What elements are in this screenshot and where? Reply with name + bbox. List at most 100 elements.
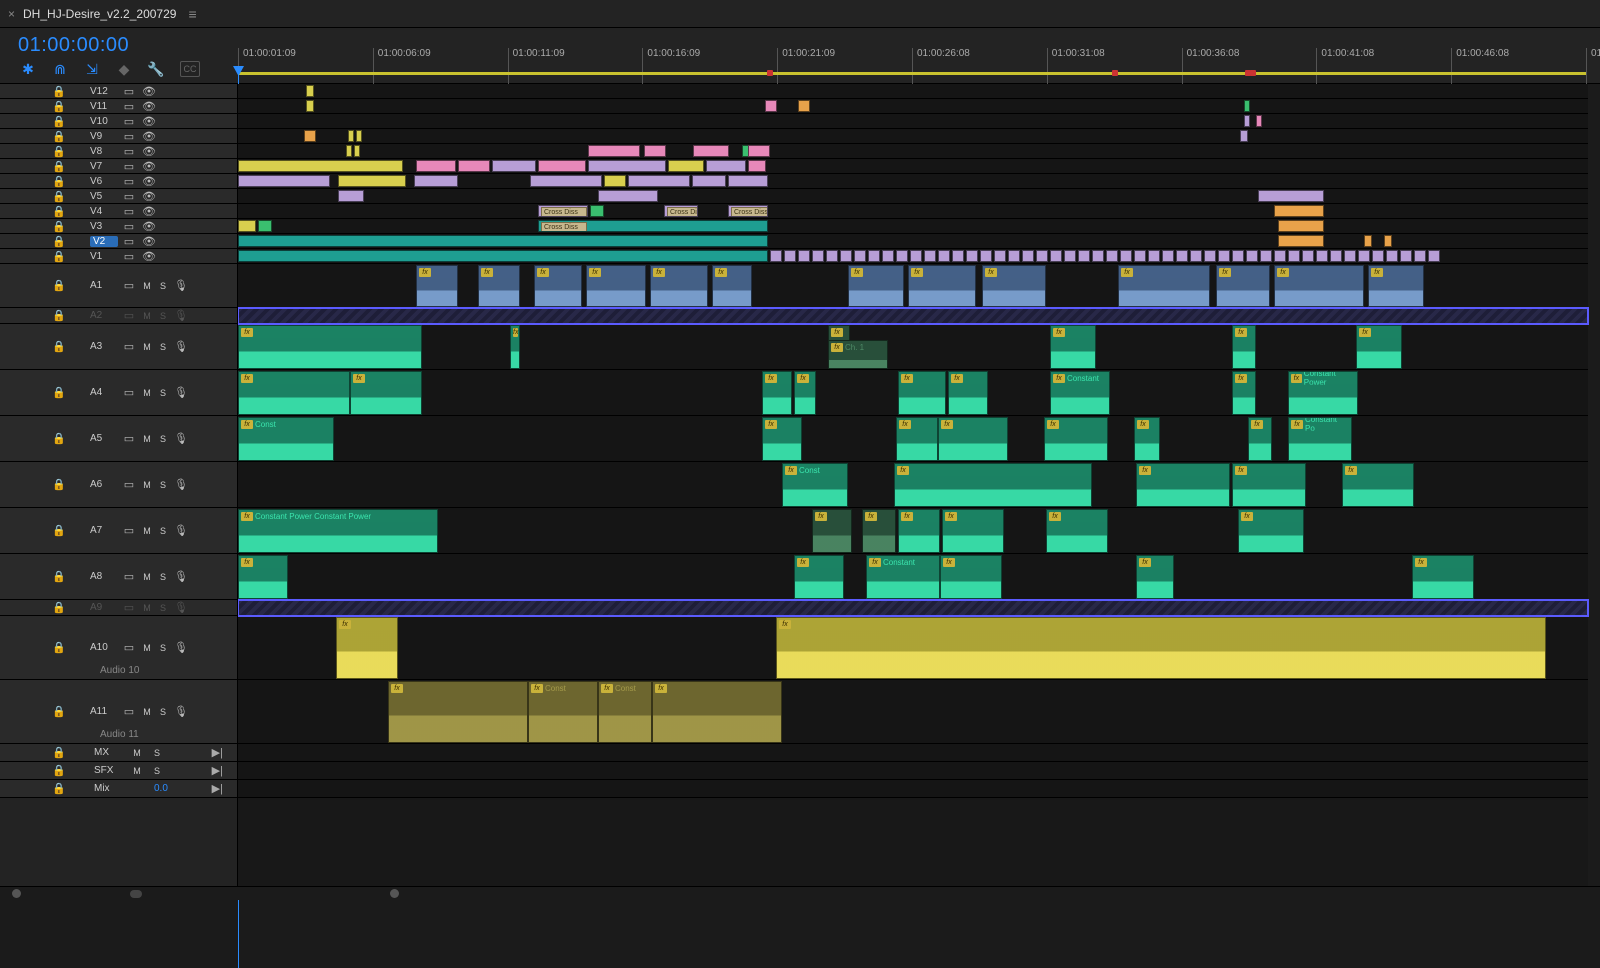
audio-clip[interactable]: fx: [1232, 463, 1306, 507]
source-patch-icon[interactable]: ▭: [120, 641, 138, 655]
track-name[interactable]: A8: [90, 571, 118, 582]
mute-button[interactable]: M: [130, 764, 144, 778]
audio-clip[interactable]: fx: [1050, 325, 1096, 369]
audio-clip[interactable]: fx: [238, 371, 350, 415]
video-clip[interactable]: [1244, 115, 1250, 127]
zoom-out-knob[interactable]: [12, 889, 21, 898]
video-track-header[interactable]: 🔒V12▭👁: [0, 84, 237, 99]
audio-clip[interactable]: fx: [586, 265, 646, 307]
video-clip[interactable]: [598, 190, 658, 202]
video-clip[interactable]: [1240, 130, 1248, 142]
mix-value[interactable]: 0.0: [154, 783, 168, 794]
audio-clip[interactable]: fx: [1136, 555, 1174, 599]
video-clip[interactable]: [588, 145, 640, 157]
solo-button[interactable]: S: [156, 570, 170, 584]
video-clip[interactable]: [1384, 235, 1392, 247]
video-clip[interactable]: Cross Diss: [728, 205, 768, 217]
snap-icon[interactable]: ✱: [20, 61, 36, 77]
track-name[interactable]: A3: [90, 341, 118, 352]
audio-track-header[interactable]: 🔒A6▭MS🎙: [0, 462, 237, 508]
audio-clip[interactable]: fxCh. 1: [828, 340, 888, 369]
track-name[interactable]: A7: [90, 525, 118, 536]
lock-icon[interactable]: 🔒: [50, 189, 68, 203]
solo-button[interactable]: S: [156, 309, 170, 323]
source-patch-icon[interactable]: ▭: [120, 174, 138, 188]
audio-clip[interactable]: fx: [776, 617, 1546, 679]
eye-icon[interactable]: 👁: [140, 159, 158, 173]
audio-clip[interactable]: fx: [1412, 555, 1474, 599]
track-lane[interactable]: fxConstfxfxfxfx: [238, 462, 1588, 508]
audio-track-header[interactable]: 🔒A4▭MS🎙: [0, 370, 237, 416]
audio-clip[interactable]: fx: [1136, 463, 1230, 507]
voiceover-mic-icon[interactable]: 🎙: [172, 705, 190, 719]
audio-track-header[interactable]: 🔒A8▭MS🎙: [0, 554, 237, 600]
video-clip[interactable]: [1364, 235, 1372, 247]
audio-clip[interactable]: fx: [940, 555, 1002, 599]
audio-clip[interactable]: fx: [238, 555, 288, 599]
source-patch-icon[interactable]: ▭: [120, 386, 138, 400]
mute-button[interactable]: M: [140, 478, 154, 492]
audio-clip[interactable]: fx: [1356, 325, 1402, 369]
track-lane[interactable]: [238, 129, 1588, 144]
mute-button[interactable]: M: [140, 641, 154, 655]
eye-icon[interactable]: 👁: [140, 114, 158, 128]
video-track-header[interactable]: 🔒V3▭👁: [0, 219, 237, 234]
audio-clip[interactable]: fxConstant Po: [1288, 417, 1352, 461]
audio-clip[interactable]: fx: [510, 325, 520, 369]
solo-button[interactable]: S: [156, 641, 170, 655]
lock-icon[interactable]: 🔒: [50, 432, 68, 446]
audio-clip[interactable]: fx: [894, 463, 1092, 507]
solo-button[interactable]: S: [156, 432, 170, 446]
source-patch-icon[interactable]: ▭: [120, 249, 138, 263]
video-clip[interactable]: [798, 100, 810, 112]
audio-clip[interactable]: fx: [1216, 265, 1270, 307]
audio-clip[interactable]: fx: [862, 509, 896, 553]
track-lane[interactable]: [238, 234, 1588, 249]
track-lane[interactable]: [238, 249, 1588, 264]
video-clip[interactable]: [692, 175, 726, 187]
audio-track-header[interactable]: 🔒A2▭MS🎙: [0, 308, 237, 324]
track-name[interactable]: SFX: [94, 765, 124, 776]
source-patch-icon[interactable]: ▭: [120, 234, 138, 248]
eye-icon[interactable]: 👁: [140, 174, 158, 188]
audio-clip[interactable]: fx: [1248, 417, 1272, 461]
video-clip[interactable]: [693, 145, 729, 157]
video-track-header[interactable]: 🔒V2▭👁: [0, 234, 237, 249]
lock-icon[interactable]: 🔒: [50, 782, 68, 796]
voiceover-mic-icon[interactable]: 🎙: [172, 279, 190, 293]
audio-track-header[interactable]: 🔒A3▭MS🎙: [0, 324, 237, 370]
lock-icon[interactable]: 🔒: [50, 746, 68, 760]
track-name[interactable]: A6: [90, 479, 118, 490]
audio-clip[interactable]: fx: [1046, 509, 1108, 553]
audio-clip[interactable]: fx: [908, 265, 976, 307]
mute-button[interactable]: M: [140, 432, 154, 446]
audio-track-header[interactable]: 🔒A9▭MS🎙: [0, 600, 237, 616]
track-name[interactable]: V1: [90, 251, 118, 262]
linked-selection-icon[interactable]: ⇲: [84, 61, 100, 77]
lock-icon[interactable]: 🔒: [50, 204, 68, 218]
source-patch-icon[interactable]: ▭: [120, 204, 138, 218]
video-clip[interactable]: [530, 175, 602, 187]
audio-clip[interactable]: fxConstant Power Constant Power: [238, 509, 438, 553]
track-lane[interactable]: [238, 159, 1588, 174]
video-track-header[interactable]: 🔒V1▭👁: [0, 249, 237, 264]
video-clip[interactable]: [1278, 235, 1324, 247]
audio-clip[interactable]: fxConst: [782, 463, 848, 507]
source-patch-icon[interactable]: ▭: [120, 279, 138, 293]
audio-clip[interactable]: fx: [388, 681, 528, 743]
mute-button[interactable]: M: [130, 746, 144, 760]
audio-clip[interactable]: fx: [812, 509, 852, 553]
mute-button[interactable]: M: [140, 705, 154, 719]
video-clip[interactable]: Cross Diss: [538, 205, 588, 217]
video-clip[interactable]: [458, 160, 490, 172]
track-name[interactable]: V3: [90, 221, 118, 232]
video-track-header[interactable]: 🔒V9▭👁: [0, 129, 237, 144]
zoom-in-knob[interactable]: [390, 889, 399, 898]
source-patch-icon[interactable]: ▭: [120, 524, 138, 538]
video-clip[interactable]: [668, 160, 704, 172]
source-patch-icon[interactable]: ▭: [120, 159, 138, 173]
audio-track-header[interactable]: 🔒A5▭MS🎙: [0, 416, 237, 462]
audio-clip[interactable]: fx: [712, 265, 752, 307]
track-lane[interactable]: Cross DissCross DissCross Diss: [238, 204, 1588, 219]
audio-clip[interactable]: fx: [1118, 265, 1210, 307]
